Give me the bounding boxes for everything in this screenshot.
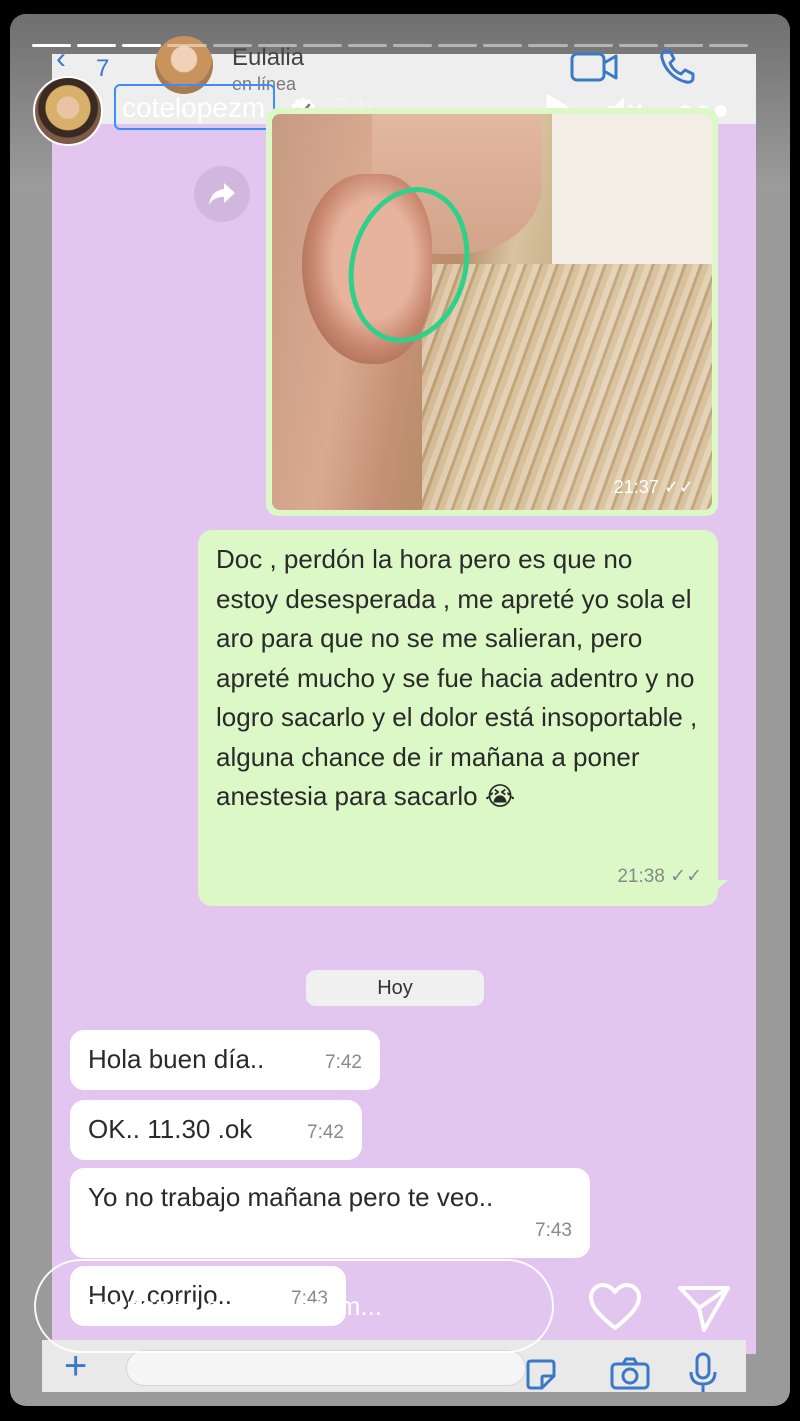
story-progress-bar bbox=[32, 44, 748, 48]
message-time-row: 21:38 ✓✓ bbox=[617, 857, 702, 897]
received-message-bubble[interactable]: Yo no trabajo mañana pero te veo.. 7:43 bbox=[70, 1168, 590, 1258]
message-time: 21:38 bbox=[617, 865, 665, 887]
message-text: Hola buen día.. bbox=[88, 1044, 265, 1074]
story-avatar[interactable] bbox=[33, 76, 103, 146]
forward-icon bbox=[209, 183, 235, 205]
story-progress-segment bbox=[347, 44, 387, 47]
read-checkmarks-icon: ✓✓ bbox=[663, 477, 694, 497]
photo-message-bubble[interactable]: 21:37 ✓✓ bbox=[266, 108, 718, 516]
story-progress-segment bbox=[77, 44, 117, 47]
photo-timestamp: 21:37 ✓✓ bbox=[614, 477, 694, 498]
microphone-icon bbox=[689, 1352, 717, 1392]
photo-time-text: 21:37 bbox=[613, 477, 659, 497]
send-direct-icon[interactable] bbox=[676, 1284, 732, 1334]
story-progress-segment bbox=[483, 44, 523, 47]
sent-message-bubble[interactable]: Doc , perdón la hora pero es que no esto… bbox=[198, 530, 718, 906]
story-progress-segment bbox=[708, 44, 748, 47]
story-progress-segment bbox=[257, 44, 297, 47]
photo-pillow bbox=[552, 114, 712, 264]
video-call-icon bbox=[570, 52, 618, 82]
whatsapp-message-input bbox=[126, 1350, 526, 1386]
story-progress-segment bbox=[618, 44, 658, 47]
heart-icon[interactable] bbox=[588, 1282, 642, 1332]
story-username-highlight[interactable]: cotelopezm bbox=[114, 84, 276, 130]
story-reply-input[interactable]: Responde a cotelopezm... bbox=[34, 1259, 554, 1353]
ear-piercing-photo[interactable]: 21:37 ✓✓ bbox=[272, 114, 712, 510]
story-progress-segment bbox=[573, 44, 613, 47]
sticker-icon bbox=[526, 1359, 556, 1390]
story-progress-segment bbox=[438, 44, 478, 47]
received-message-bubble[interactable]: Hola buen día.. 7:42 bbox=[70, 1030, 380, 1090]
story-progress-segment bbox=[302, 44, 342, 47]
reply-placeholder: Responde a cotelopezm... bbox=[80, 1291, 383, 1321]
message-time: 7:42 bbox=[325, 1051, 362, 1073]
message-text: OK.. 11.30 .ok bbox=[88, 1114, 253, 1144]
forward-button[interactable] bbox=[194, 166, 250, 222]
story-progress-segment bbox=[528, 44, 568, 47]
phone-call-icon bbox=[660, 49, 695, 84]
day-divider: Hoy bbox=[306, 970, 484, 1006]
camera-icon bbox=[610, 1357, 650, 1390]
story-progress-segment bbox=[393, 44, 433, 47]
story-progress-segment bbox=[122, 44, 162, 47]
photo-hair bbox=[422, 264, 712, 510]
message-text: Yo no trabajo mañana pero te veo.. bbox=[88, 1182, 494, 1212]
message-time: 7:43 bbox=[535, 1219, 572, 1241]
story-progress-segment bbox=[212, 44, 252, 47]
story-progress-segment bbox=[32, 44, 72, 47]
received-message-bubble[interactable]: OK.. 11.30 .ok 7:42 bbox=[70, 1100, 362, 1160]
read-checkmarks-icon: ✓✓ bbox=[670, 865, 702, 887]
story-username[interactable]: cotelopezm bbox=[122, 92, 265, 123]
message-time: 7:42 bbox=[307, 1121, 344, 1143]
story-progress-segment bbox=[167, 44, 207, 47]
story-progress-segment bbox=[663, 44, 703, 47]
message-text: Doc , perdón la hora pero es que no esto… bbox=[216, 544, 698, 811]
sent-bubble-tail bbox=[706, 880, 728, 900]
back-count: 7 bbox=[96, 55, 110, 82]
contact-name: Eulalia bbox=[232, 44, 305, 71]
